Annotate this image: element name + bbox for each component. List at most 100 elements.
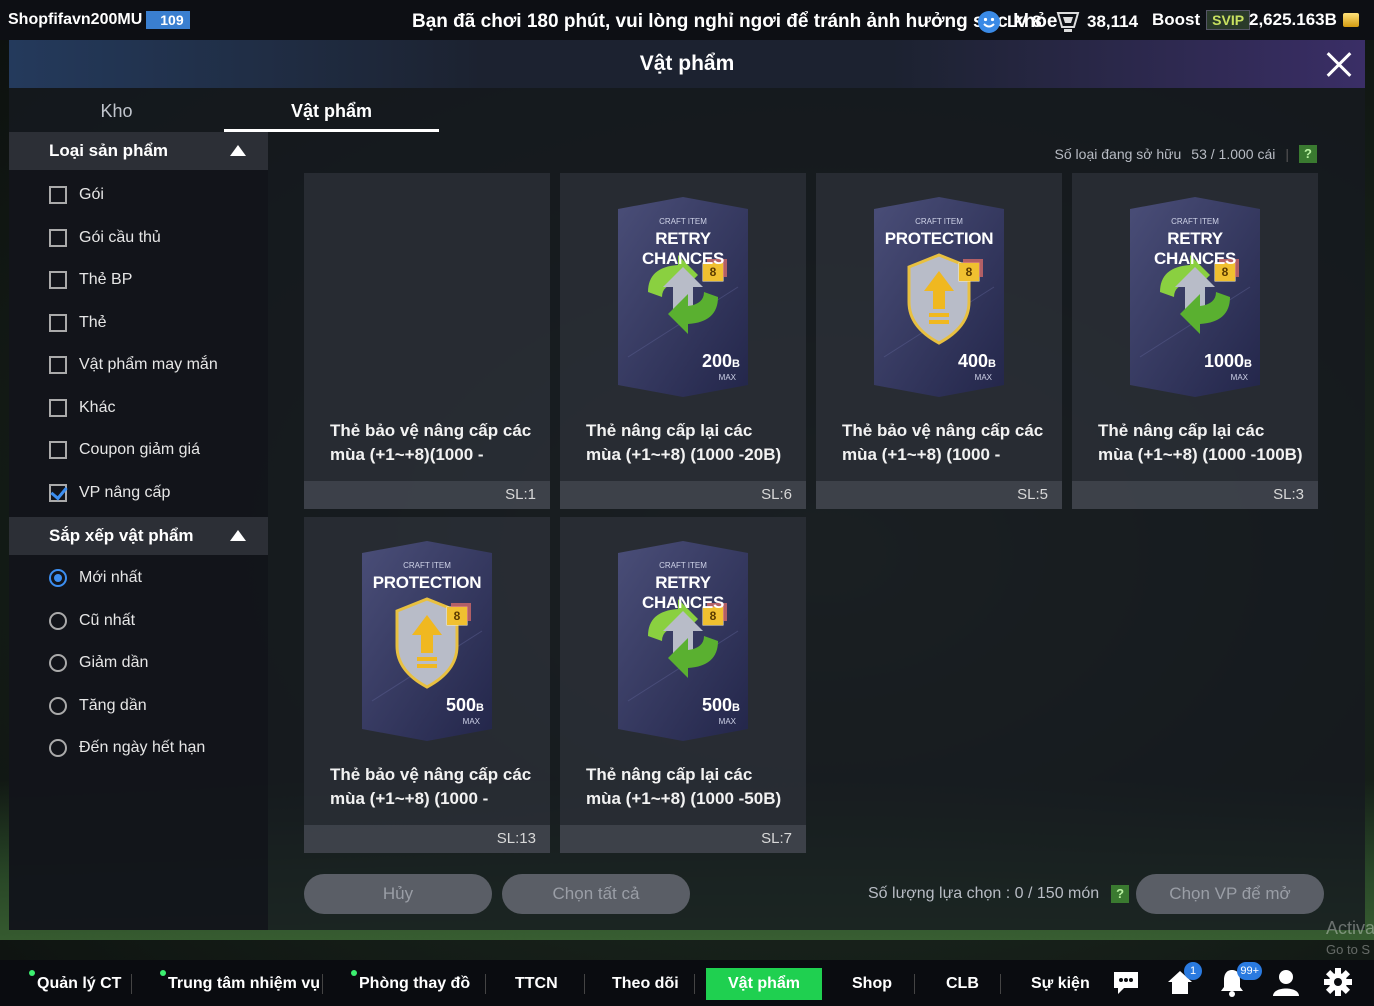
retry-chances-card-art: CRAFT ITEM RETRY CHANCES 8 200B MAX: [618, 197, 748, 397]
checkbox[interactable]: [49, 356, 67, 375]
tab-kho[interactable]: Kho: [9, 88, 224, 132]
protection-card-art: CRAFT ITEM PROTECTION 8 500B MAX: [362, 541, 492, 741]
new-dot-icon: [351, 970, 357, 976]
option-label: Đến ngày hết hạn: [79, 739, 206, 757]
card-title: PROTECTION: [884, 229, 994, 248]
nav-trung-tam-nhiem-vu[interactable]: Trung tâm nhiệm vụ: [160, 968, 321, 1000]
item-card[interactable]: CRAFT ITEM RETRY CHANCES 8 200B MAX Thẻ nâng …: [560, 173, 806, 509]
checkbox[interactable]: [49, 271, 67, 290]
item-card[interactable]: CRAFT ITEM PROTECTION 8 500B MAX Thẻ bảo vệ n…: [304, 517, 550, 853]
sort-section-header[interactable]: Sắp xếp vật phẩm: [9, 517, 268, 555]
nav-quan-ly-ct[interactable]: Quản lý CT: [29, 968, 122, 1000]
checkbox[interactable]: [49, 186, 67, 205]
points-stat: 38,114: [1055, 10, 1138, 34]
nav-ttcn[interactable]: TTCN: [515, 968, 558, 1000]
card-subtitle: CRAFT ITEM: [659, 217, 707, 226]
home-icon[interactable]: 1: [1164, 962, 1202, 1000]
sort-option-ascending[interactable]: Tăng dần: [9, 685, 268, 728]
option-label: Cũ nhất: [79, 611, 136, 629]
option-label: Mới nhất: [79, 569, 142, 587]
owned-label: Số loại đang sở hữu: [1054, 146, 1182, 162]
account-name: Shopfifavn200MU: [8, 11, 143, 28]
item-card[interactable]: Thẻ bảo vệ nâng cấp các mùa (+1~+8)(1000…: [304, 173, 550, 509]
radio-selected[interactable]: [49, 569, 67, 588]
item-name: Thẻ nâng cấp lại các mùa (+1~+8) (1000 -…: [586, 765, 782, 808]
radio[interactable]: [49, 611, 67, 630]
option-label: Gói: [79, 186, 104, 204]
sort-option-descending[interactable]: Giảm dần: [9, 642, 268, 685]
card-subtitle: CRAFT ITEM: [659, 561, 707, 570]
top-status-bar: Shopfifavn200MU 109 Bạn đã chơi 180 phút…: [0, 0, 1374, 40]
user-icon[interactable]: [1270, 966, 1302, 1000]
radio[interactable]: [49, 654, 67, 673]
item-card[interactable]: CRAFT ITEM PROTECTION 8 400B MAX Thẻ bảo vệ n…: [816, 173, 1062, 509]
category-option-the[interactable]: Thẻ: [9, 302, 268, 345]
nav-phong-thay-do[interactable]: Phòng thay đồ: [351, 968, 470, 1000]
sort-option-newest[interactable]: Mới nhất: [9, 557, 268, 600]
cancel-button[interactable]: Hủy: [304, 874, 492, 914]
card-subtitle: CRAFT ITEM: [915, 217, 963, 226]
card-value-unit: B: [732, 358, 740, 370]
category-option-coupon[interactable]: Coupon giảm giá: [9, 429, 268, 472]
option-label: Vật phẩm may mắn: [79, 356, 218, 374]
checkbox[interactable]: [49, 313, 67, 332]
category-option-lucky-item[interactable]: Vật phẩm may mắn: [9, 344, 268, 387]
bell-icon[interactable]: 99+: [1216, 962, 1262, 1000]
radio[interactable]: [49, 739, 67, 758]
sort-option-oldest[interactable]: Cũ nhất: [9, 600, 268, 643]
category-option-goi-cau-thu[interactable]: Gói cầu thủ: [9, 217, 268, 260]
filter-sidebar: Loại sản phẩm Gói Gói cầu thủ Thẻ BP Thẻ…: [9, 132, 268, 930]
checkbox[interactable]: [49, 441, 67, 460]
gear-icon[interactable]: [1322, 966, 1354, 1000]
nav-theo-doi[interactable]: Theo dõi: [612, 968, 679, 1000]
close-icon[interactable]: [1321, 46, 1357, 82]
item-name: Thẻ nâng cấp lại các mùa (+1~+8) (1000 -…: [586, 421, 782, 464]
item-name: Thẻ bảo vệ nâng cấp các mùa (+1~+8) (100…: [330, 765, 532, 808]
nav-label: Trung tâm nhiệm vụ: [168, 975, 321, 992]
checkbox-checked[interactable]: [49, 483, 67, 502]
item-card[interactable]: CRAFT ITEM RETRY CHANCES 8 500B MAX Thẻ nâng …: [560, 517, 806, 853]
nav-clb[interactable]: CLB: [946, 968, 979, 1000]
tab-bar: Kho Vật phẩm: [9, 88, 439, 132]
checkbox[interactable]: [49, 398, 67, 417]
card-max-label: MAX: [718, 717, 736, 726]
window-title: Vật phẩm: [639, 52, 735, 75]
nav-su-kien[interactable]: Sự kiện: [1031, 968, 1090, 1000]
card-level-badge: 8: [965, 265, 973, 279]
option-label: VP nâng cấp: [79, 483, 171, 501]
collapse-up-icon: [230, 145, 246, 156]
card-title: RETRY CHANCES: [642, 229, 724, 268]
boost-label: Boost: [1152, 10, 1201, 29]
sort-option-expiry[interactable]: Đến ngày hết hạn: [9, 727, 268, 770]
card-max-label: MAX: [462, 717, 480, 726]
category-option-the-bp[interactable]: Thẻ BP: [9, 259, 268, 302]
open-item-button[interactable]: Chọn VP để mở: [1136, 874, 1324, 914]
category-option-khac[interactable]: Khác: [9, 387, 268, 430]
card-max-label: MAX: [718, 373, 736, 382]
card-value-number: 500: [702, 695, 733, 715]
select-all-button[interactable]: Chọn tất cả: [502, 874, 690, 914]
boost-stat: Boost SVIP: [1152, 10, 1251, 30]
currency-value: 2,625.163B: [1249, 10, 1337, 29]
nav-shop[interactable]: Shop: [852, 968, 892, 1000]
tab-vat-pham[interactable]: Vật phẩm: [224, 88, 439, 132]
help-icon[interactable]: ?: [1299, 145, 1317, 163]
card-value: 1000B: [1204, 351, 1252, 372]
trophy-icon: [1056, 12, 1080, 32]
card-level-badge: 8: [709, 609, 717, 623]
nav-vat-pham[interactable]: Vật phẩm: [706, 968, 823, 1000]
chat-icon[interactable]: [1110, 966, 1142, 1000]
nav-label: Quản lý CT: [37, 975, 122, 992]
card-value-unit: B: [1244, 358, 1252, 370]
category-section-header[interactable]: Loại sản phẩm: [9, 132, 268, 170]
card-value-unit: B: [988, 358, 996, 370]
help-icon[interactable]: ?: [1111, 885, 1130, 903]
card-value-number: 200: [702, 351, 733, 371]
collapse-up-icon: [230, 530, 246, 541]
selection-count: Số lượng lựa chọn : 0 / 150 món ?: [868, 885, 1130, 903]
category-option-vp-nang-cap[interactable]: VP nâng cấp: [9, 472, 268, 515]
checkbox[interactable]: [49, 228, 67, 247]
radio[interactable]: [49, 696, 67, 715]
category-option-goi[interactable]: Gói: [9, 174, 268, 217]
item-card[interactable]: CRAFT ITEM RETRY CHANCES 8 1000B MAX Thẻ nâng…: [1072, 173, 1318, 509]
